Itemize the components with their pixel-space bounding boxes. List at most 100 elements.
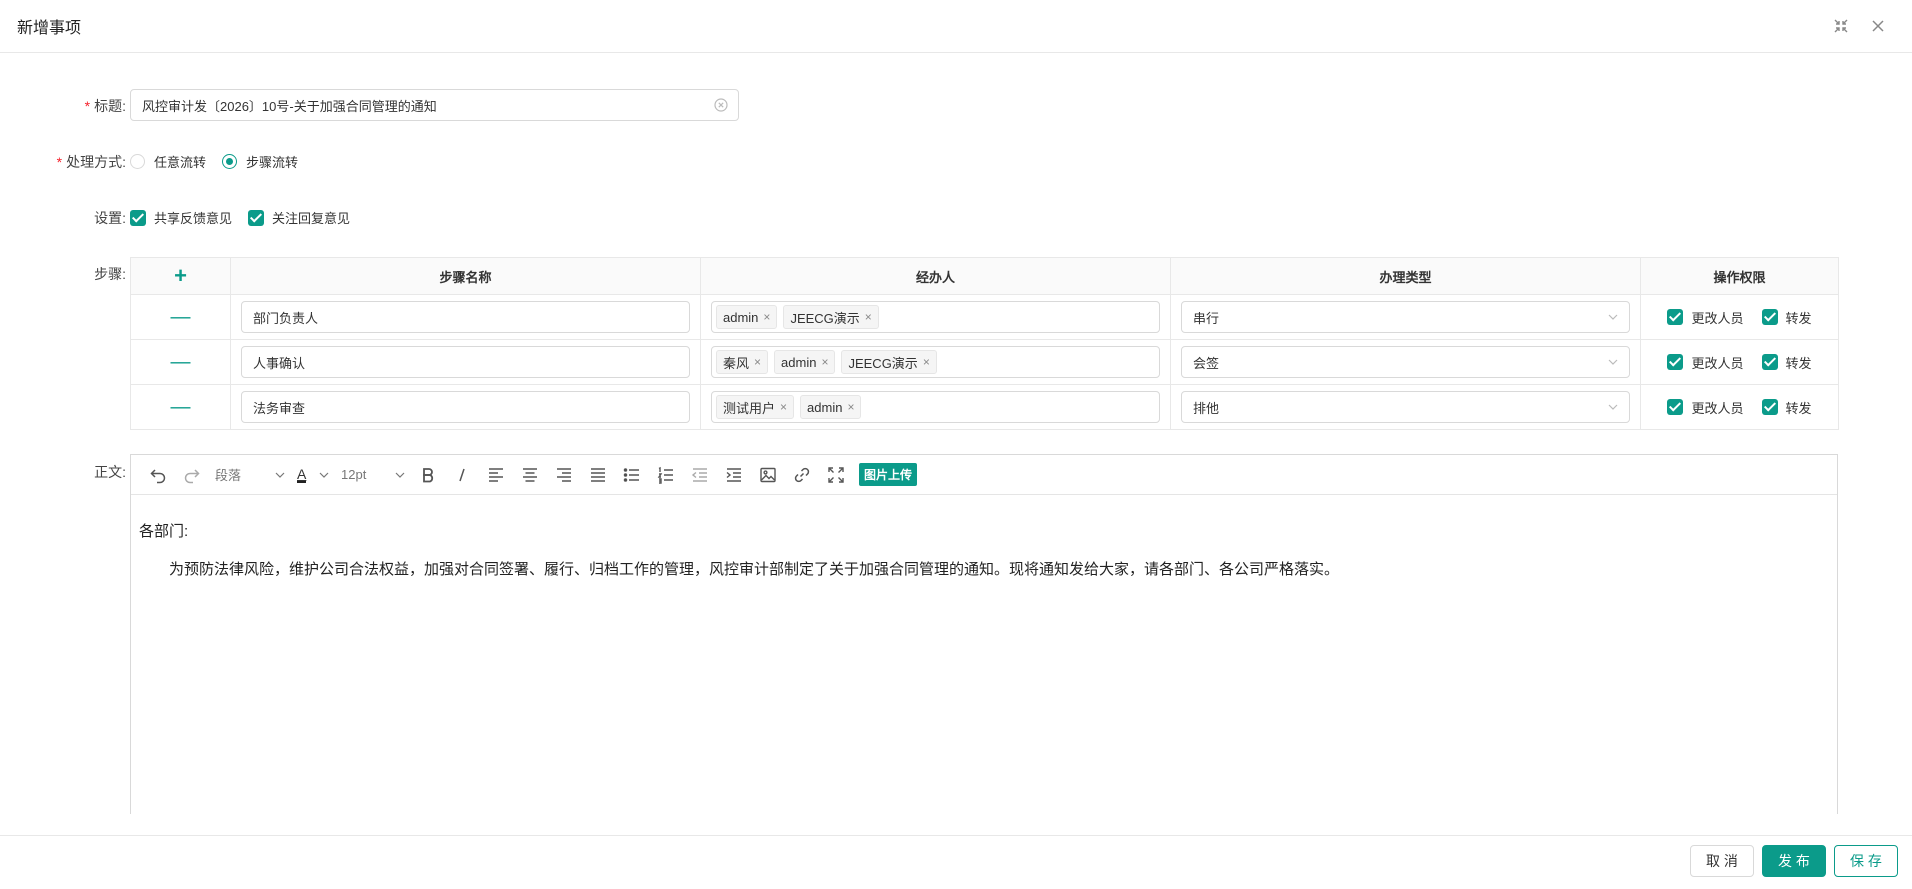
- perm-forward[interactable]: 转发: [1761, 308, 1812, 327]
- tag-close-icon[interactable]: ×: [865, 310, 872, 324]
- paragraph-select[interactable]: 段落: [209, 460, 291, 490]
- tag-close-icon[interactable]: ×: [821, 355, 828, 369]
- image-icon[interactable]: [751, 460, 785, 490]
- tag-close-icon[interactable]: ×: [780, 400, 787, 414]
- chevron-down-icon: [319, 470, 329, 480]
- step-name-input[interactable]: [241, 346, 690, 378]
- outdent-icon[interactable]: [683, 460, 717, 490]
- table-row: — 秦风× admin× JEECG演示× 会签 更改人员 转发: [130, 339, 1839, 385]
- chevron-down-icon: [1608, 312, 1618, 322]
- column-header: 步骤名称: [230, 257, 701, 295]
- title-label: * 标题:: [84, 98, 126, 114]
- publish-button[interactable]: 发 布: [1762, 845, 1826, 877]
- tag-close-icon[interactable]: ×: [754, 355, 761, 369]
- link-icon[interactable]: [785, 460, 819, 490]
- close-icon[interactable]: [1868, 16, 1888, 36]
- numbered-list-icon[interactable]: [649, 460, 683, 490]
- indent-icon[interactable]: [717, 460, 751, 490]
- modal-footer: 取 消 发 布 保 存: [0, 835, 1912, 889]
- handler-tag: JEECG演示 ×: [841, 350, 937, 374]
- add-step-button[interactable]: +: [174, 265, 187, 287]
- align-right-icon[interactable]: [547, 460, 581, 490]
- remove-step-button[interactable]: —: [171, 397, 191, 417]
- handler-select[interactable]: admin × JEECG演示 ×: [711, 301, 1160, 333]
- title-input[interactable]: [130, 89, 739, 121]
- font-size-select[interactable]: 12pt: [335, 460, 411, 490]
- perm-group: 更改人员 转发: [1651, 308, 1828, 327]
- redo-icon[interactable]: [175, 460, 209, 490]
- remove-step-button[interactable]: —: [171, 352, 191, 372]
- handler-tag: admin ×: [716, 305, 778, 329]
- modal-title: 新增事项: [17, 20, 82, 37]
- perm-group: 更改人员 转发: [1651, 353, 1828, 372]
- modal-header: 新增事项: [0, 0, 1912, 53]
- checkbox-checked-icon: [1667, 399, 1684, 415]
- handler-select[interactable]: 秦风 × admin × JEECG演示 ×: [711, 346, 1160, 378]
- chevron-down-icon: [275, 470, 285, 480]
- setting-share-feedback[interactable]: 共享反馈意见: [130, 208, 232, 227]
- mode-option-step[interactable]: 步骤流转: [222, 152, 298, 171]
- mode-label: * 处理方式:: [56, 154, 126, 170]
- font-color-icon: A: [297, 465, 307, 483]
- tag-close-icon[interactable]: ×: [847, 400, 854, 414]
- column-header: 操作权限: [1640, 257, 1839, 295]
- setting-follow-reply[interactable]: 关注回复意见: [248, 208, 350, 227]
- chevron-down-icon: [395, 470, 405, 480]
- align-justify-icon[interactable]: [581, 460, 615, 490]
- perm-change-person[interactable]: 更改人员: [1667, 308, 1744, 327]
- content-paragraph: 各部门:: [139, 523, 189, 540]
- align-center-icon[interactable]: [513, 460, 547, 490]
- perm-forward[interactable]: 转发: [1761, 353, 1812, 372]
- table-row: — 测试用户× admin× 排他 更改人员 转发: [130, 384, 1839, 430]
- checkbox-checked-icon: [1667, 309, 1684, 325]
- collapse-icon[interactable]: [1831, 16, 1851, 36]
- column-header: 办理类型: [1170, 257, 1641, 295]
- perm-change-person[interactable]: 更改人员: [1667, 353, 1744, 372]
- column-header: 经办人: [700, 257, 1171, 295]
- image-upload-button[interactable]: 图片上传: [859, 463, 918, 486]
- perm-forward[interactable]: 转发: [1761, 398, 1812, 417]
- mode-radio-group: 任意流转 步骤流转: [130, 152, 314, 171]
- step-name-input[interactable]: [241, 301, 690, 333]
- add-step-cell: +: [130, 257, 231, 295]
- fullscreen-icon[interactable]: [819, 460, 853, 490]
- table-header-row: + 步骤名称 经办人 办理类型 操作权限: [130, 257, 1839, 295]
- italic-icon[interactable]: [445, 460, 479, 490]
- mode-option-free[interactable]: 任意流转: [130, 152, 206, 171]
- type-select[interactable]: 串行: [1181, 301, 1630, 333]
- handler-tag: admin ×: [800, 395, 862, 419]
- save-button[interactable]: 保 存: [1834, 845, 1898, 877]
- cancel-button[interactable]: 取 消: [1690, 845, 1754, 877]
- bold-icon[interactable]: [411, 460, 445, 490]
- handler-tag: 秦风 ×: [716, 350, 769, 374]
- rich-text-editor: 段落 A 12pt 图片上传 各部门: 为预防法律风险，维护公司合法权益，加强对…: [130, 454, 1838, 814]
- perm-group: 更改人员 转发: [1651, 398, 1828, 417]
- step-name-input[interactable]: [241, 391, 690, 423]
- handler-tag: 测试用户 ×: [716, 395, 795, 419]
- perm-change-person[interactable]: 更改人员: [1667, 398, 1744, 417]
- remove-step-button[interactable]: —: [171, 307, 191, 327]
- checkbox-checked-icon: [1761, 354, 1778, 370]
- radio-checked-icon: [222, 154, 238, 169]
- tag-close-icon[interactable]: ×: [763, 310, 770, 324]
- settings-checkbox-group: 共享反馈意见 关注回复意见: [130, 208, 366, 227]
- checkbox-checked-icon: [130, 209, 146, 226]
- content-paragraph: 为预防法律风险，维护公司合法权益，加强对合同签署、履行、归档工作的管理，风控审计…: [169, 561, 1340, 578]
- checkbox-checked-icon: [1667, 354, 1684, 370]
- editor-content[interactable]: 各部门: 为预防法律风险，维护公司合法权益，加强对合同签署、履行、归档工作的管理…: [131, 495, 1837, 607]
- steps-label: 步骤:: [94, 266, 126, 282]
- font-color-select[interactable]: A: [291, 460, 335, 490]
- type-select[interactable]: 会签: [1181, 346, 1630, 378]
- settings-label: 设置:: [94, 210, 126, 226]
- handler-select[interactable]: 测试用户 × admin ×: [711, 391, 1160, 423]
- steps-table: + 步骤名称 经办人 办理类型 操作权限 — admin× JEECG演示× 串…: [130, 257, 1839, 430]
- clear-icon[interactable]: [714, 98, 728, 112]
- checkbox-checked-icon: [248, 209, 265, 226]
- undo-icon[interactable]: [141, 460, 175, 490]
- chevron-down-icon: [1608, 357, 1618, 367]
- tag-close-icon[interactable]: ×: [923, 355, 930, 369]
- align-left-icon[interactable]: [479, 460, 513, 490]
- bullet-list-icon[interactable]: [615, 460, 649, 490]
- handler-tag: admin ×: [774, 350, 836, 374]
- type-select[interactable]: 排他: [1181, 391, 1630, 423]
